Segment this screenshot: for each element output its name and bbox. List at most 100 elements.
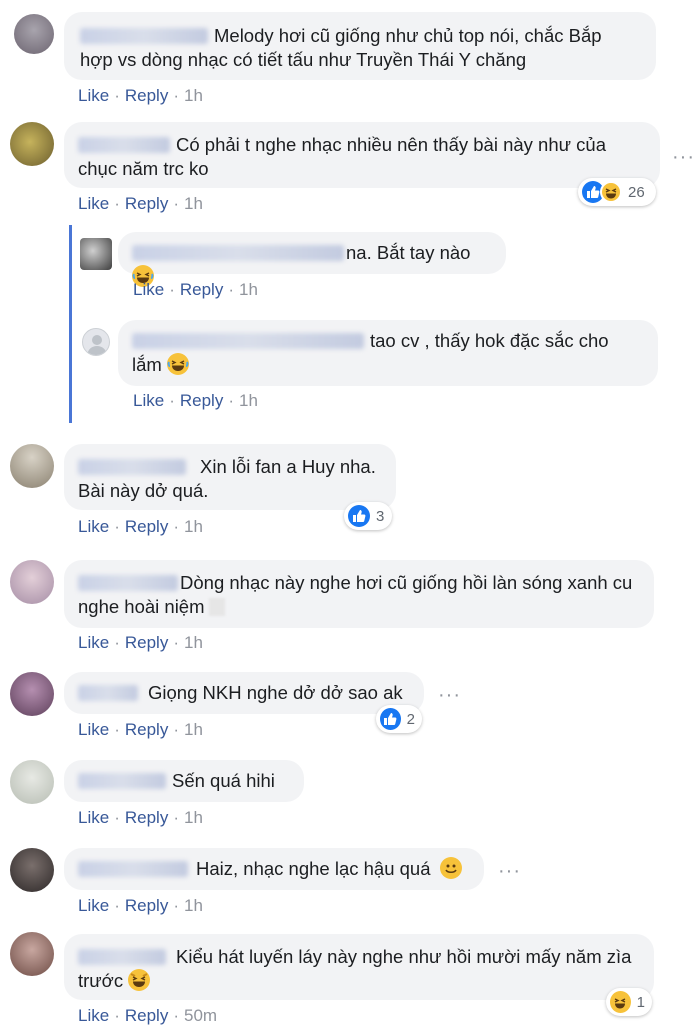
reply-link[interactable]: Reply (125, 633, 168, 652)
avatar[interactable] (10, 848, 54, 892)
reaction-count: 26 (628, 183, 645, 201)
separator: · (173, 633, 179, 652)
separator: · (169, 280, 175, 299)
separator: · (114, 808, 120, 827)
separator: · (114, 896, 120, 915)
avatar[interactable] (10, 444, 54, 488)
author-name[interactable] (132, 245, 344, 261)
reaction-count: 3 (376, 507, 385, 525)
author-name[interactable] (78, 459, 186, 475)
separator: · (173, 86, 179, 105)
author-name[interactable] (78, 137, 170, 153)
comment-actions: Like · Reply · 1h (78, 720, 203, 740)
avatar[interactable] (80, 238, 112, 270)
separator: · (228, 280, 234, 299)
author-name[interactable] (80, 28, 208, 44)
more-options-icon[interactable]: ··· (672, 146, 695, 169)
haha-reaction-icon (600, 181, 622, 203)
comment-actions: Like · Reply · 1h (78, 194, 203, 214)
like-link[interactable]: Like (78, 633, 109, 652)
reaction-summary[interactable]: 2 (376, 705, 422, 733)
reply-link[interactable]: Reply (180, 391, 223, 410)
author-name[interactable] (132, 333, 364, 349)
blurred-area (208, 598, 225, 616)
reply-link[interactable]: Reply (125, 86, 168, 105)
reply-link[interactable]: Reply (125, 720, 168, 739)
timestamp[interactable]: 50m (184, 1006, 217, 1025)
avatar[interactable] (10, 672, 54, 716)
separator: · (173, 194, 179, 213)
author-name[interactable] (78, 685, 138, 701)
comment-bubble: Xin lỗi fan a Huy nha. Bài này dở quá. (64, 444, 396, 510)
comment-actions: Like · Reply · 1h (78, 86, 203, 106)
comment-text: Sến quá hihi (172, 770, 275, 791)
reaction-summary[interactable]: 1 (606, 988, 652, 1016)
comment-actions: Like · Reply · 1h (78, 517, 203, 537)
comment-bubble: Giọng NKH nghe dở dở sao ak (64, 672, 424, 714)
like-link[interactable]: Like (78, 517, 109, 536)
separator: · (169, 391, 175, 410)
timestamp[interactable]: 1h (184, 86, 203, 105)
separator: · (114, 720, 120, 739)
timestamp[interactable]: 1h (239, 391, 258, 410)
comment-actions: Like · Reply · 1h (78, 633, 203, 653)
avatar[interactable] (10, 760, 54, 804)
reply-link[interactable]: Reply (125, 808, 168, 827)
like-link[interactable]: Like (133, 391, 164, 410)
avatar[interactable] (10, 560, 54, 604)
avatar[interactable] (10, 122, 54, 166)
comment-bubble: Kiểu hát luyến láy này nghe như hồi mười… (64, 934, 654, 1000)
more-options-icon[interactable]: ··· (498, 860, 521, 883)
timestamp[interactable]: 1h (184, 720, 203, 739)
comment-bubble: Haiz, nhạc nghe lạc hậu quá (64, 848, 484, 890)
author-name[interactable] (78, 773, 166, 789)
laughing-emoji-icon (166, 353, 189, 375)
comment-bubble: Sến quá hihi (64, 760, 304, 802)
timestamp[interactable]: 1h (184, 808, 203, 827)
timestamp[interactable]: 1h (184, 633, 203, 652)
reply-link[interactable]: Reply (125, 194, 168, 213)
separator: · (228, 391, 234, 410)
cat-laughing-emoji-icon (128, 969, 151, 991)
like-link[interactable]: Like (78, 1006, 109, 1025)
avatar[interactable] (14, 14, 54, 54)
separator: · (114, 86, 120, 105)
avatar[interactable] (82, 328, 110, 356)
reaction-count: 1 (636, 993, 645, 1011)
comment-text: na. Bắt tay nào (346, 242, 471, 263)
reply-thread-line (69, 225, 72, 423)
comment-actions: Like · Reply · 1h (133, 280, 258, 300)
reply-link[interactable]: Reply (125, 517, 168, 536)
reply-link[interactable]: Reply (125, 896, 168, 915)
comment-actions: Like · Reply · 50m (78, 1006, 217, 1026)
like-link[interactable]: Like (78, 194, 109, 213)
reply-link[interactable]: Reply (180, 280, 223, 299)
separator: · (114, 194, 120, 213)
author-name[interactable] (78, 575, 178, 591)
more-options-icon[interactable]: ··· (438, 684, 461, 707)
like-link[interactable]: Like (78, 86, 109, 105)
separator: · (173, 808, 179, 827)
timestamp[interactable]: 1h (184, 194, 203, 213)
like-link[interactable]: Like (78, 808, 109, 827)
timestamp[interactable]: 1h (239, 280, 258, 299)
avatar[interactable] (10, 932, 54, 976)
author-name[interactable] (78, 949, 166, 965)
separator: · (173, 1006, 179, 1025)
comment-bubble: Melody hơi cũ giống như chủ top nói, chắ… (64, 12, 656, 80)
reaction-summary[interactable]: 3 (344, 502, 392, 530)
author-name[interactable] (78, 861, 188, 877)
separator: · (114, 1006, 120, 1025)
comment-text: Haiz, nhạc nghe lạc hậu quá (196, 858, 431, 879)
reaction-summary[interactable]: 26 (578, 178, 656, 206)
like-link[interactable]: Like (133, 280, 164, 299)
separator: · (114, 633, 120, 652)
reaction-count: 2 (406, 710, 415, 728)
like-link[interactable]: Like (78, 896, 109, 915)
comment-bubble: Có phải t nghe nhạc nhiều nên thấy bài n… (64, 122, 660, 188)
timestamp[interactable]: 1h (184, 517, 203, 536)
timestamp[interactable]: 1h (184, 896, 203, 915)
comment-actions: Like · Reply · 1h (78, 896, 203, 916)
reply-link[interactable]: Reply (125, 1006, 168, 1025)
like-link[interactable]: Like (78, 720, 109, 739)
